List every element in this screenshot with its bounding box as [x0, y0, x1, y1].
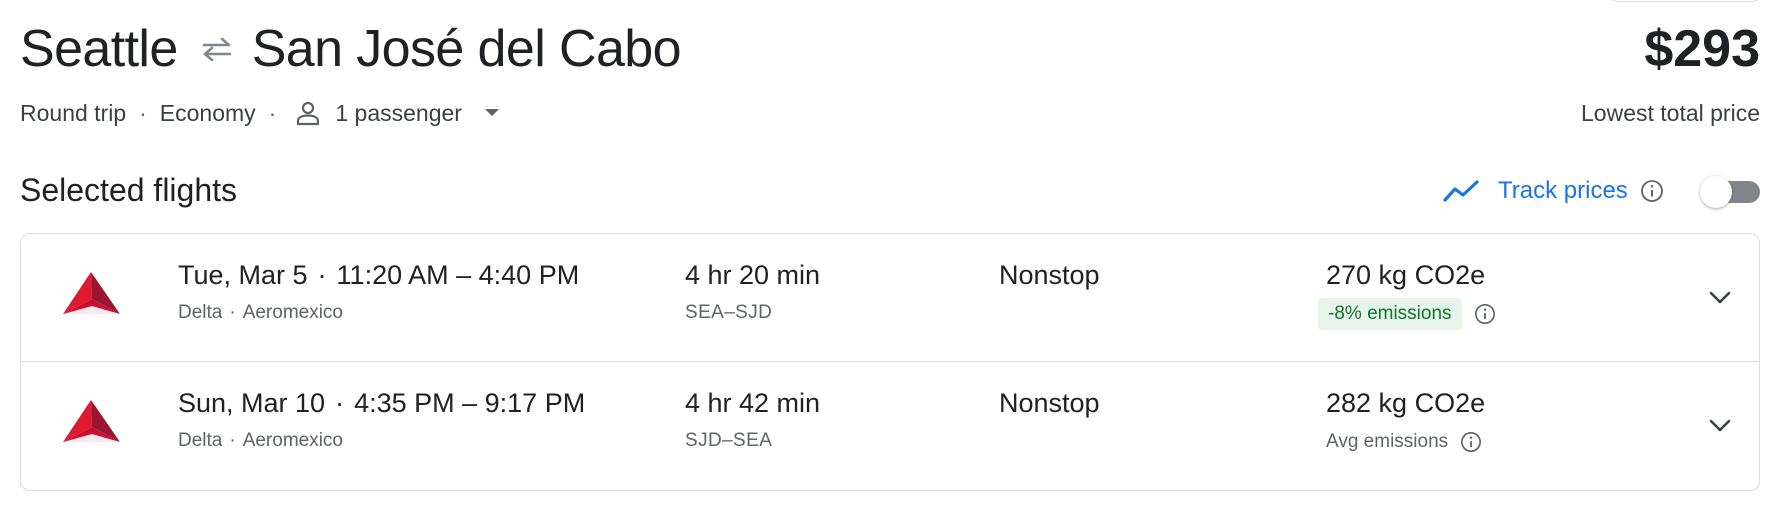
trend-line-icon [1442, 178, 1480, 204]
separator-dot: · [229, 302, 236, 323]
chevron-down-icon[interactable] [484, 108, 500, 118]
flight-time-range: 4:35 PM – 9:17 PM [354, 388, 586, 418]
total-price: $293 [1644, 20, 1760, 78]
emissions-label: Avg emissions [1326, 431, 1449, 452]
separator-dot: · [317, 260, 327, 290]
flight-row-return[interactable]: Sun, Mar 10 · 4:35 PM – 9:17 PM Delta · Aero… [21, 362, 1759, 490]
track-prices[interactable]: Track prices [1442, 174, 1664, 208]
origin-city: Seattle [20, 20, 178, 78]
flight-times: Tue, Mar 5 · 11:20 AM – 4:40 PM [178, 260, 579, 291]
info-icon[interactable] [1460, 431, 1482, 453]
emissions-badge: -8% emissions [1318, 298, 1462, 330]
separator-dot: · [268, 99, 277, 126]
separator-dot: · [229, 430, 236, 451]
flight-airports: SEA–SJD [685, 302, 773, 323]
airlines: Delta · Aeromexico [178, 430, 343, 452]
track-prices-toggle[interactable] [1700, 176, 1760, 208]
chevron-down-icon[interactable] [1706, 284, 1734, 312]
top-button-edge[interactable] [1608, 0, 1762, 2]
airlines: Delta · Aeromexico [178, 302, 343, 324]
toggle-knob [1700, 176, 1732, 208]
flight-emissions: 270 kg CO2e [1326, 260, 1486, 290]
emissions-note: Avg emissions [1318, 426, 1482, 458]
info-icon[interactable] [1640, 179, 1664, 203]
flight-stops: Nonstop [999, 388, 1100, 418]
operator-name: Aeromexico [242, 430, 344, 451]
price-label: Lowest total price [1581, 100, 1760, 126]
flight-airports: SJD–SEA [685, 430, 773, 451]
flight-duration: 4 hr 42 min [685, 388, 821, 418]
separator-dot: · [139, 99, 147, 126]
person-icon [295, 100, 321, 126]
section-title: Selected flights [20, 172, 238, 208]
operator-name: Aeromexico [242, 302, 344, 323]
delta-logo-icon [63, 400, 120, 442]
flight-duration: 4 hr 20 min [685, 260, 821, 290]
flight-row-outbound[interactable]: Tue, Mar 5 · 11:20 AM – 4:40 PM Delta · Aero… [21, 234, 1759, 362]
trip-summary: Round trip · Economy · 1 passenger [20, 98, 500, 128]
airline-name: Delta [178, 302, 223, 323]
swap-arrows-icon [200, 37, 234, 61]
emissions-note: -8% emissions [1318, 298, 1496, 330]
cabin-class: Economy [159, 99, 256, 126]
track-prices-label[interactable]: Track prices [1498, 177, 1628, 205]
flight-date: Sun, Mar 10 [178, 388, 326, 418]
flight-stops: Nonstop [999, 260, 1100, 290]
flight-emissions: 282 kg CO2e [1326, 388, 1486, 418]
separator-dot: · [335, 388, 345, 418]
selected-flights-list: Tue, Mar 5 · 11:20 AM – 4:40 PM Delta · Aero… [20, 233, 1760, 491]
passenger-count[interactable]: 1 passenger [335, 100, 462, 127]
flight-time-range: 11:20 AM – 4:40 PM [336, 260, 580, 290]
info-icon[interactable] [1474, 303, 1496, 325]
route-title: Seattle San José del Cabo [20, 16, 682, 82]
destination-city: San José del Cabo [251, 20, 682, 78]
flight-date: Tue, Mar 5 [178, 260, 308, 290]
airline-name: Delta [178, 430, 223, 451]
trip-type: Round trip [20, 99, 127, 126]
delta-logo-icon [63, 272, 120, 314]
flight-times: Sun, Mar 10 · 4:35 PM – 9:17 PM [178, 388, 585, 419]
chevron-down-icon[interactable] [1706, 412, 1734, 440]
